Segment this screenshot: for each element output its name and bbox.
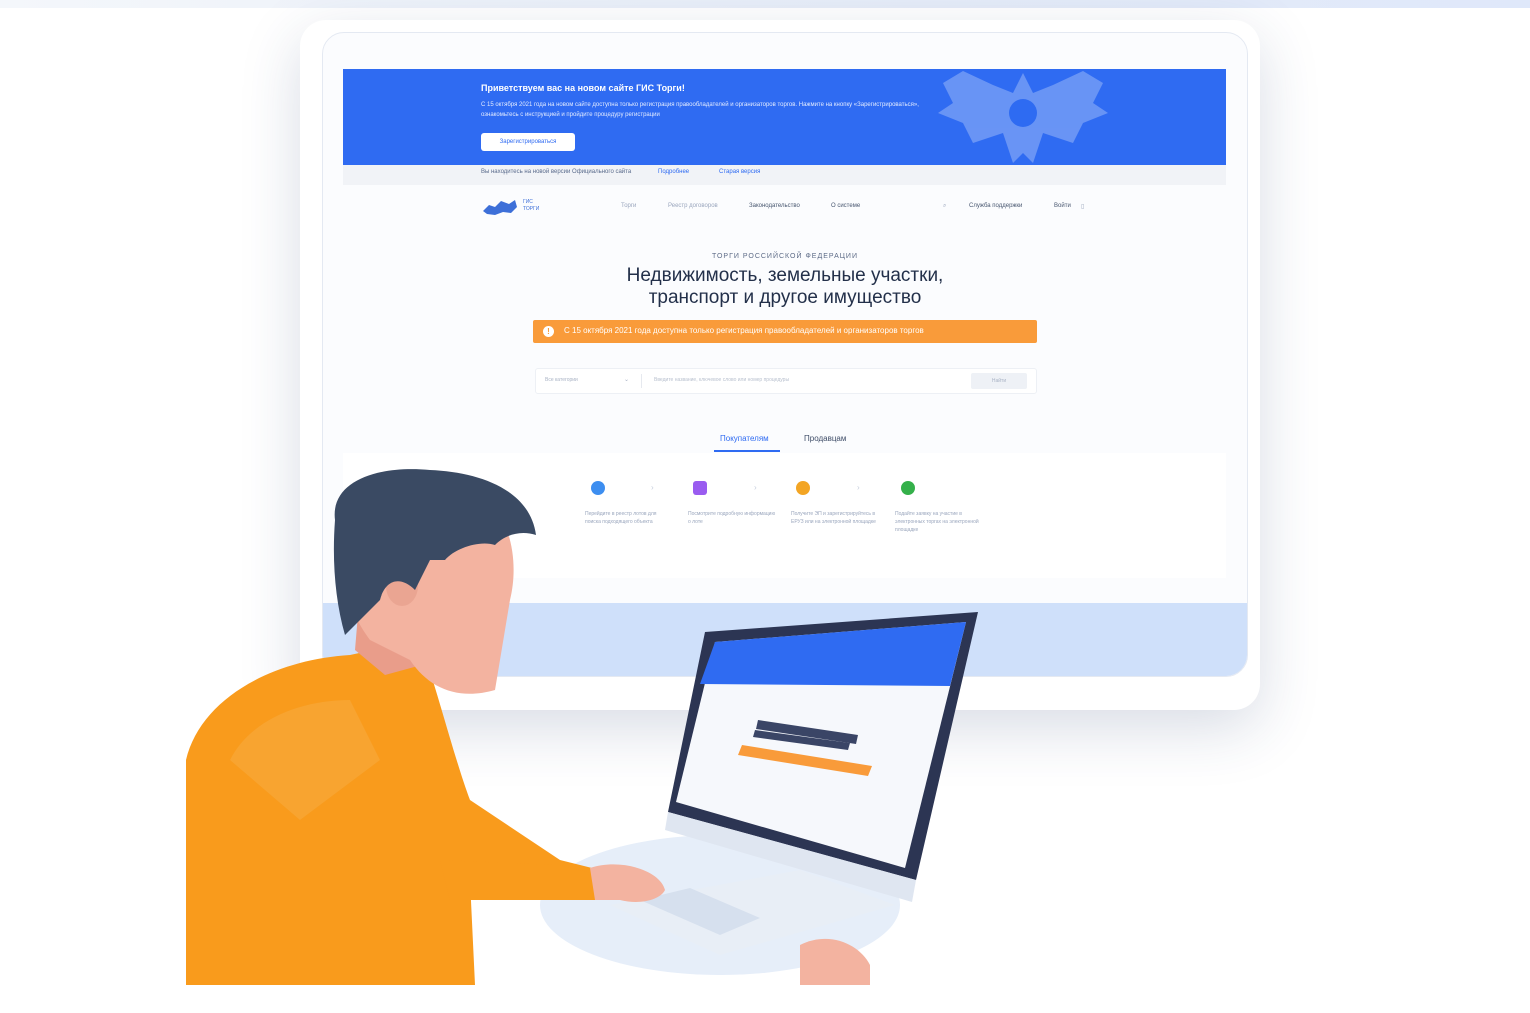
shirt <box>186 640 600 985</box>
laptop <box>610 612 978 955</box>
person-with-laptop-illustration <box>186 469 978 985</box>
bottom-strip <box>0 985 1530 1013</box>
